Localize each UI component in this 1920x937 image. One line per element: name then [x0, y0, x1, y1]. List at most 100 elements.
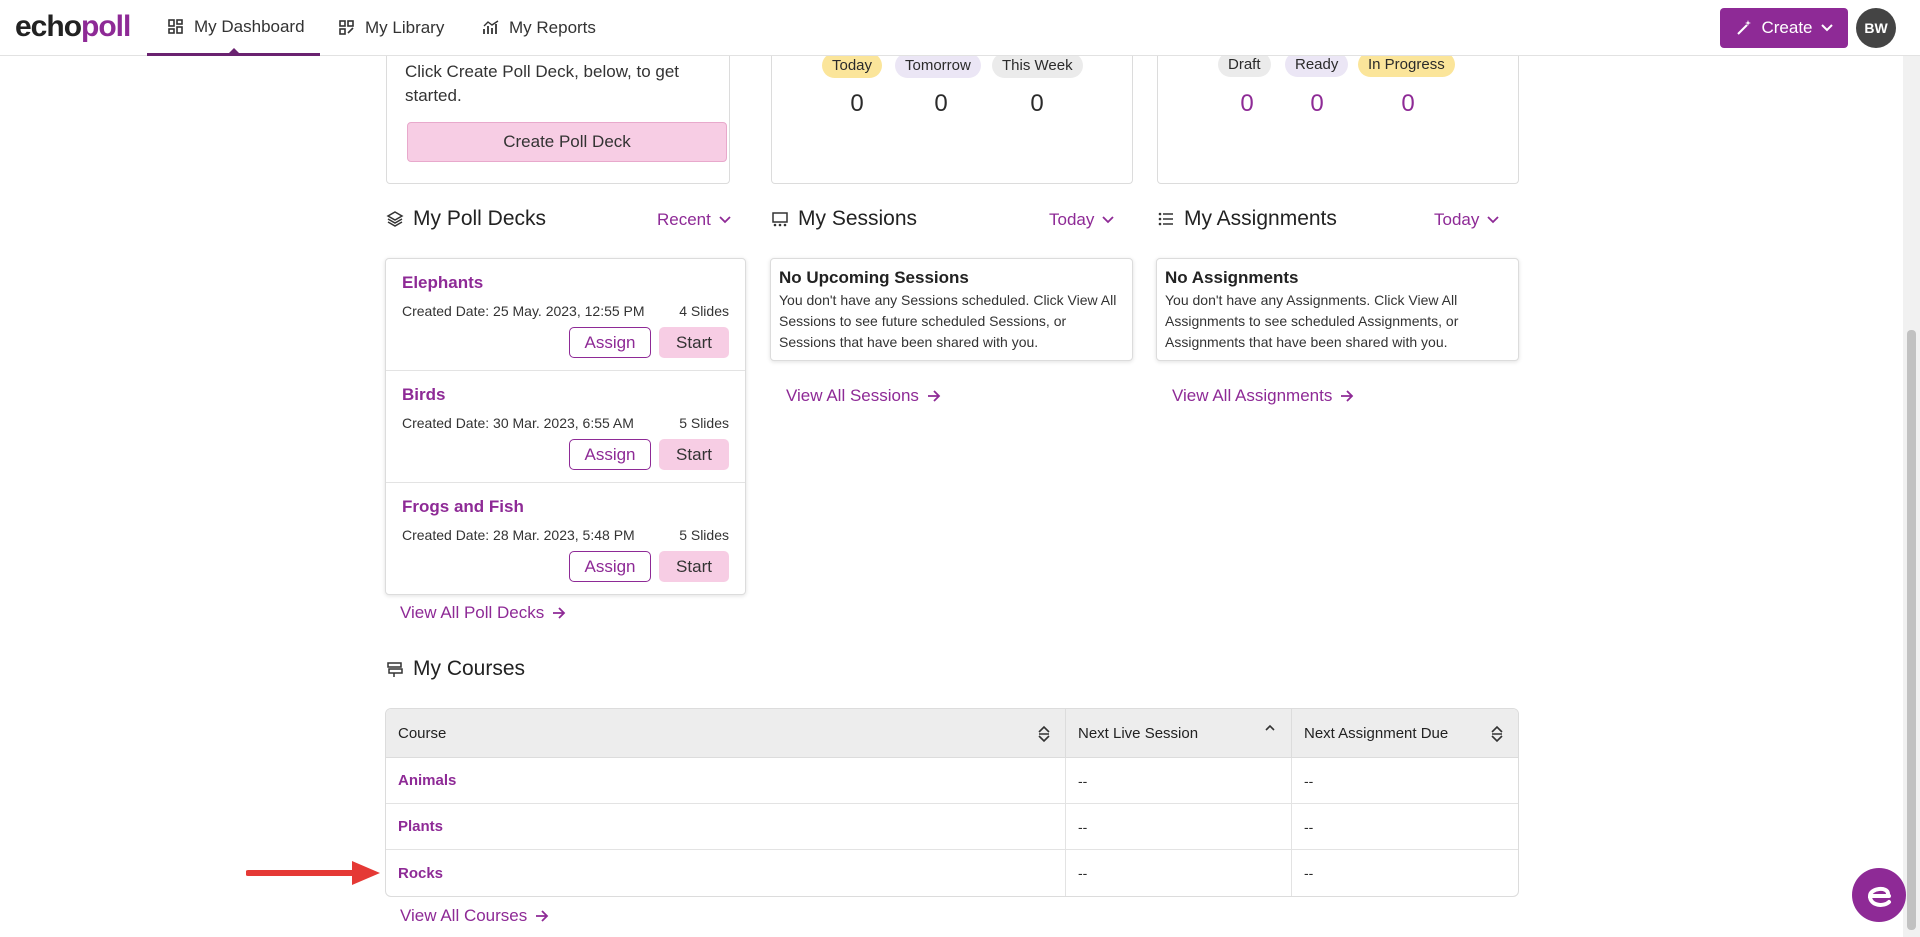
link-label: View All Sessions [786, 386, 919, 405]
assign-button[interactable]: Assign [569, 551, 651, 582]
annotation-arrow-icon [246, 861, 380, 885]
poll-deck-item: Birds Created Date: 30 Mar. 2023, 6:55 A… [386, 371, 745, 483]
assignments-empty-state: No Assignments You don't have any Assign… [1156, 258, 1519, 361]
poll-deck-created-date: Created Date: 28 Mar. 2023, 5:48 PM [402, 527, 635, 543]
view-all-sessions-link[interactable]: View All Sessions [786, 386, 941, 406]
course-link[interactable]: Rocks [398, 865, 443, 882]
table-row: Plants -- -- [386, 804, 1518, 850]
echopoll-chat-icon [1867, 887, 1891, 907]
filter-label: Today [1049, 210, 1095, 229]
assignments-summary-card: Draft Ready In Progress 0 0 0 [1157, 40, 1519, 184]
column-header-course[interactable]: Course [386, 709, 1066, 758]
nav-my-library[interactable]: My Library [338, 0, 444, 56]
assignments-heading: My Assignments [1157, 207, 1337, 231]
sort-ascending-icon[interactable] [1263, 723, 1277, 741]
poll-deck-name[interactable]: Frogs and Fish [402, 497, 524, 517]
next-assignment-cell: -- [1304, 772, 1314, 789]
assignments-filter-dropdown[interactable]: Today [1434, 210, 1500, 230]
column-header-next-assignment-due[interactable]: Next Assignment Due [1292, 709, 1518, 758]
start-button[interactable]: Start [659, 439, 729, 470]
view-all-poll-decks-link[interactable]: View All Poll Decks [400, 603, 566, 623]
getting-started-card: Click Create Poll Deck, below, to get st… [386, 40, 730, 184]
this-week-count: 0 [1030, 90, 1044, 117]
link-label: View All Courses [400, 906, 528, 925]
course-link[interactable]: Plants [398, 818, 443, 835]
poll-deck-slide-count: 5 Slides [679, 527, 729, 543]
poll-decks-heading: My Poll Decks [386, 207, 546, 231]
sessions-empty-state: No Upcoming Sessions You don't have any … [770, 258, 1133, 361]
signpost-icon [387, 662, 403, 677]
in-progress-count: 0 [1401, 90, 1415, 117]
empty-state-title: No Upcoming Sessions [779, 268, 969, 287]
page-scrollbar[interactable] [1903, 56, 1920, 937]
assign-button[interactable]: Assign [569, 327, 651, 358]
poll-deck-name[interactable]: Birds [402, 385, 445, 405]
course-cell: Animals [386, 758, 1066, 803]
course-link[interactable]: Animals [398, 772, 456, 789]
today-count: 0 [850, 90, 864, 117]
sessions-title: My Sessions [798, 207, 918, 230]
course-cell: Plants [386, 804, 1066, 849]
echopoll-logo[interactable]: echopoll [15, 10, 131, 44]
getting-started-text: Click Create Poll Deck, below, to get st… [405, 62, 680, 105]
filter-tomorrow-pill[interactable]: Tomorrow [895, 53, 981, 78]
list-icon [1158, 212, 1173, 226]
assignments-title: My Assignments [1184, 207, 1337, 230]
reports-icon [483, 20, 499, 34]
chevron-down-icon [1487, 216, 1500, 224]
column-header-next-live-session[interactable]: Next Live Session [1066, 709, 1292, 758]
poll-decks-list: Elephants Created Date: 25 May. 2023, 12… [385, 258, 746, 595]
sessions-heading: My Sessions [771, 207, 917, 231]
empty-state-text: You don't have any Assignments. Click Vi… [1165, 292, 1459, 350]
chevron-down-icon [1820, 24, 1833, 32]
assign-button[interactable]: Assign [569, 439, 651, 470]
sort-icon[interactable] [1037, 725, 1051, 743]
arrow-right-icon [553, 607, 566, 619]
view-all-assignments-link[interactable]: View All Assignments [1172, 386, 1354, 406]
link-label: View All Assignments [1172, 386, 1333, 405]
table-row: Animals -- -- [386, 758, 1518, 804]
filter-this-week-pill[interactable]: This Week [992, 53, 1083, 78]
start-button[interactable]: Start [659, 551, 729, 582]
chat-support-button[interactable] [1852, 868, 1906, 922]
column-label: Next Live Session [1078, 725, 1199, 742]
poll-deck-created-date: Created Date: 25 May. 2023, 12:55 PM [402, 303, 645, 319]
start-button[interactable]: Start [659, 327, 729, 358]
library-icon [339, 20, 354, 35]
poll-deck-item: Elephants Created Date: 25 May. 2023, 12… [386, 259, 745, 371]
filter-label: Today [1434, 210, 1480, 229]
create-button[interactable]: Create [1720, 8, 1848, 48]
scrollbar-thumb[interactable] [1907, 330, 1916, 930]
nav-label: My Library [365, 18, 445, 37]
arrow-right-icon [536, 910, 549, 922]
poll-deck-name[interactable]: Elephants [402, 273, 483, 293]
ready-count: 0 [1310, 90, 1324, 117]
poll-decks-title: My Poll Decks [413, 207, 547, 230]
filter-label: Recent [657, 210, 711, 229]
empty-state-title: No Assignments [1165, 268, 1299, 287]
magic-wand-icon [1737, 20, 1752, 35]
sessions-filter-dropdown[interactable]: Today [1049, 210, 1115, 230]
sort-icon[interactable] [1490, 725, 1504, 743]
chevron-down-icon [1102, 216, 1115, 224]
poll-deck-slide-count: 5 Slides [679, 415, 729, 431]
nav-my-reports[interactable]: My Reports [482, 0, 596, 56]
sessions-summary-card: Today Tomorrow This Week 0 0 0 [771, 40, 1133, 184]
filter-today-pill[interactable]: Today [822, 53, 883, 78]
dashboard-icon [168, 18, 183, 34]
courses-table: Course Next Live Session Next Assignment… [385, 708, 1519, 897]
arrow-right-icon [1341, 390, 1354, 402]
poll-decks-filter-dropdown[interactable]: Recent [657, 210, 731, 230]
next-assignment-cell: -- [1304, 818, 1314, 835]
view-all-courses-link[interactable]: View All Courses [400, 906, 549, 926]
column-label: Next Assignment Due [1304, 725, 1449, 742]
create-poll-deck-button[interactable]: Create Poll Deck [407, 122, 727, 162]
table-row: Rocks -- -- [386, 850, 1518, 896]
next-assignment-cell: -- [1304, 865, 1314, 881]
tomorrow-count: 0 [934, 90, 948, 117]
user-avatar[interactable]: BW [1856, 8, 1896, 48]
presentation-icon [772, 212, 788, 227]
nav-label: My Dashboard [194, 16, 305, 36]
layers-icon [386, 211, 404, 227]
top-navigation-bar: echopoll My Dashboard My Library My Repo… [0, 0, 1920, 56]
